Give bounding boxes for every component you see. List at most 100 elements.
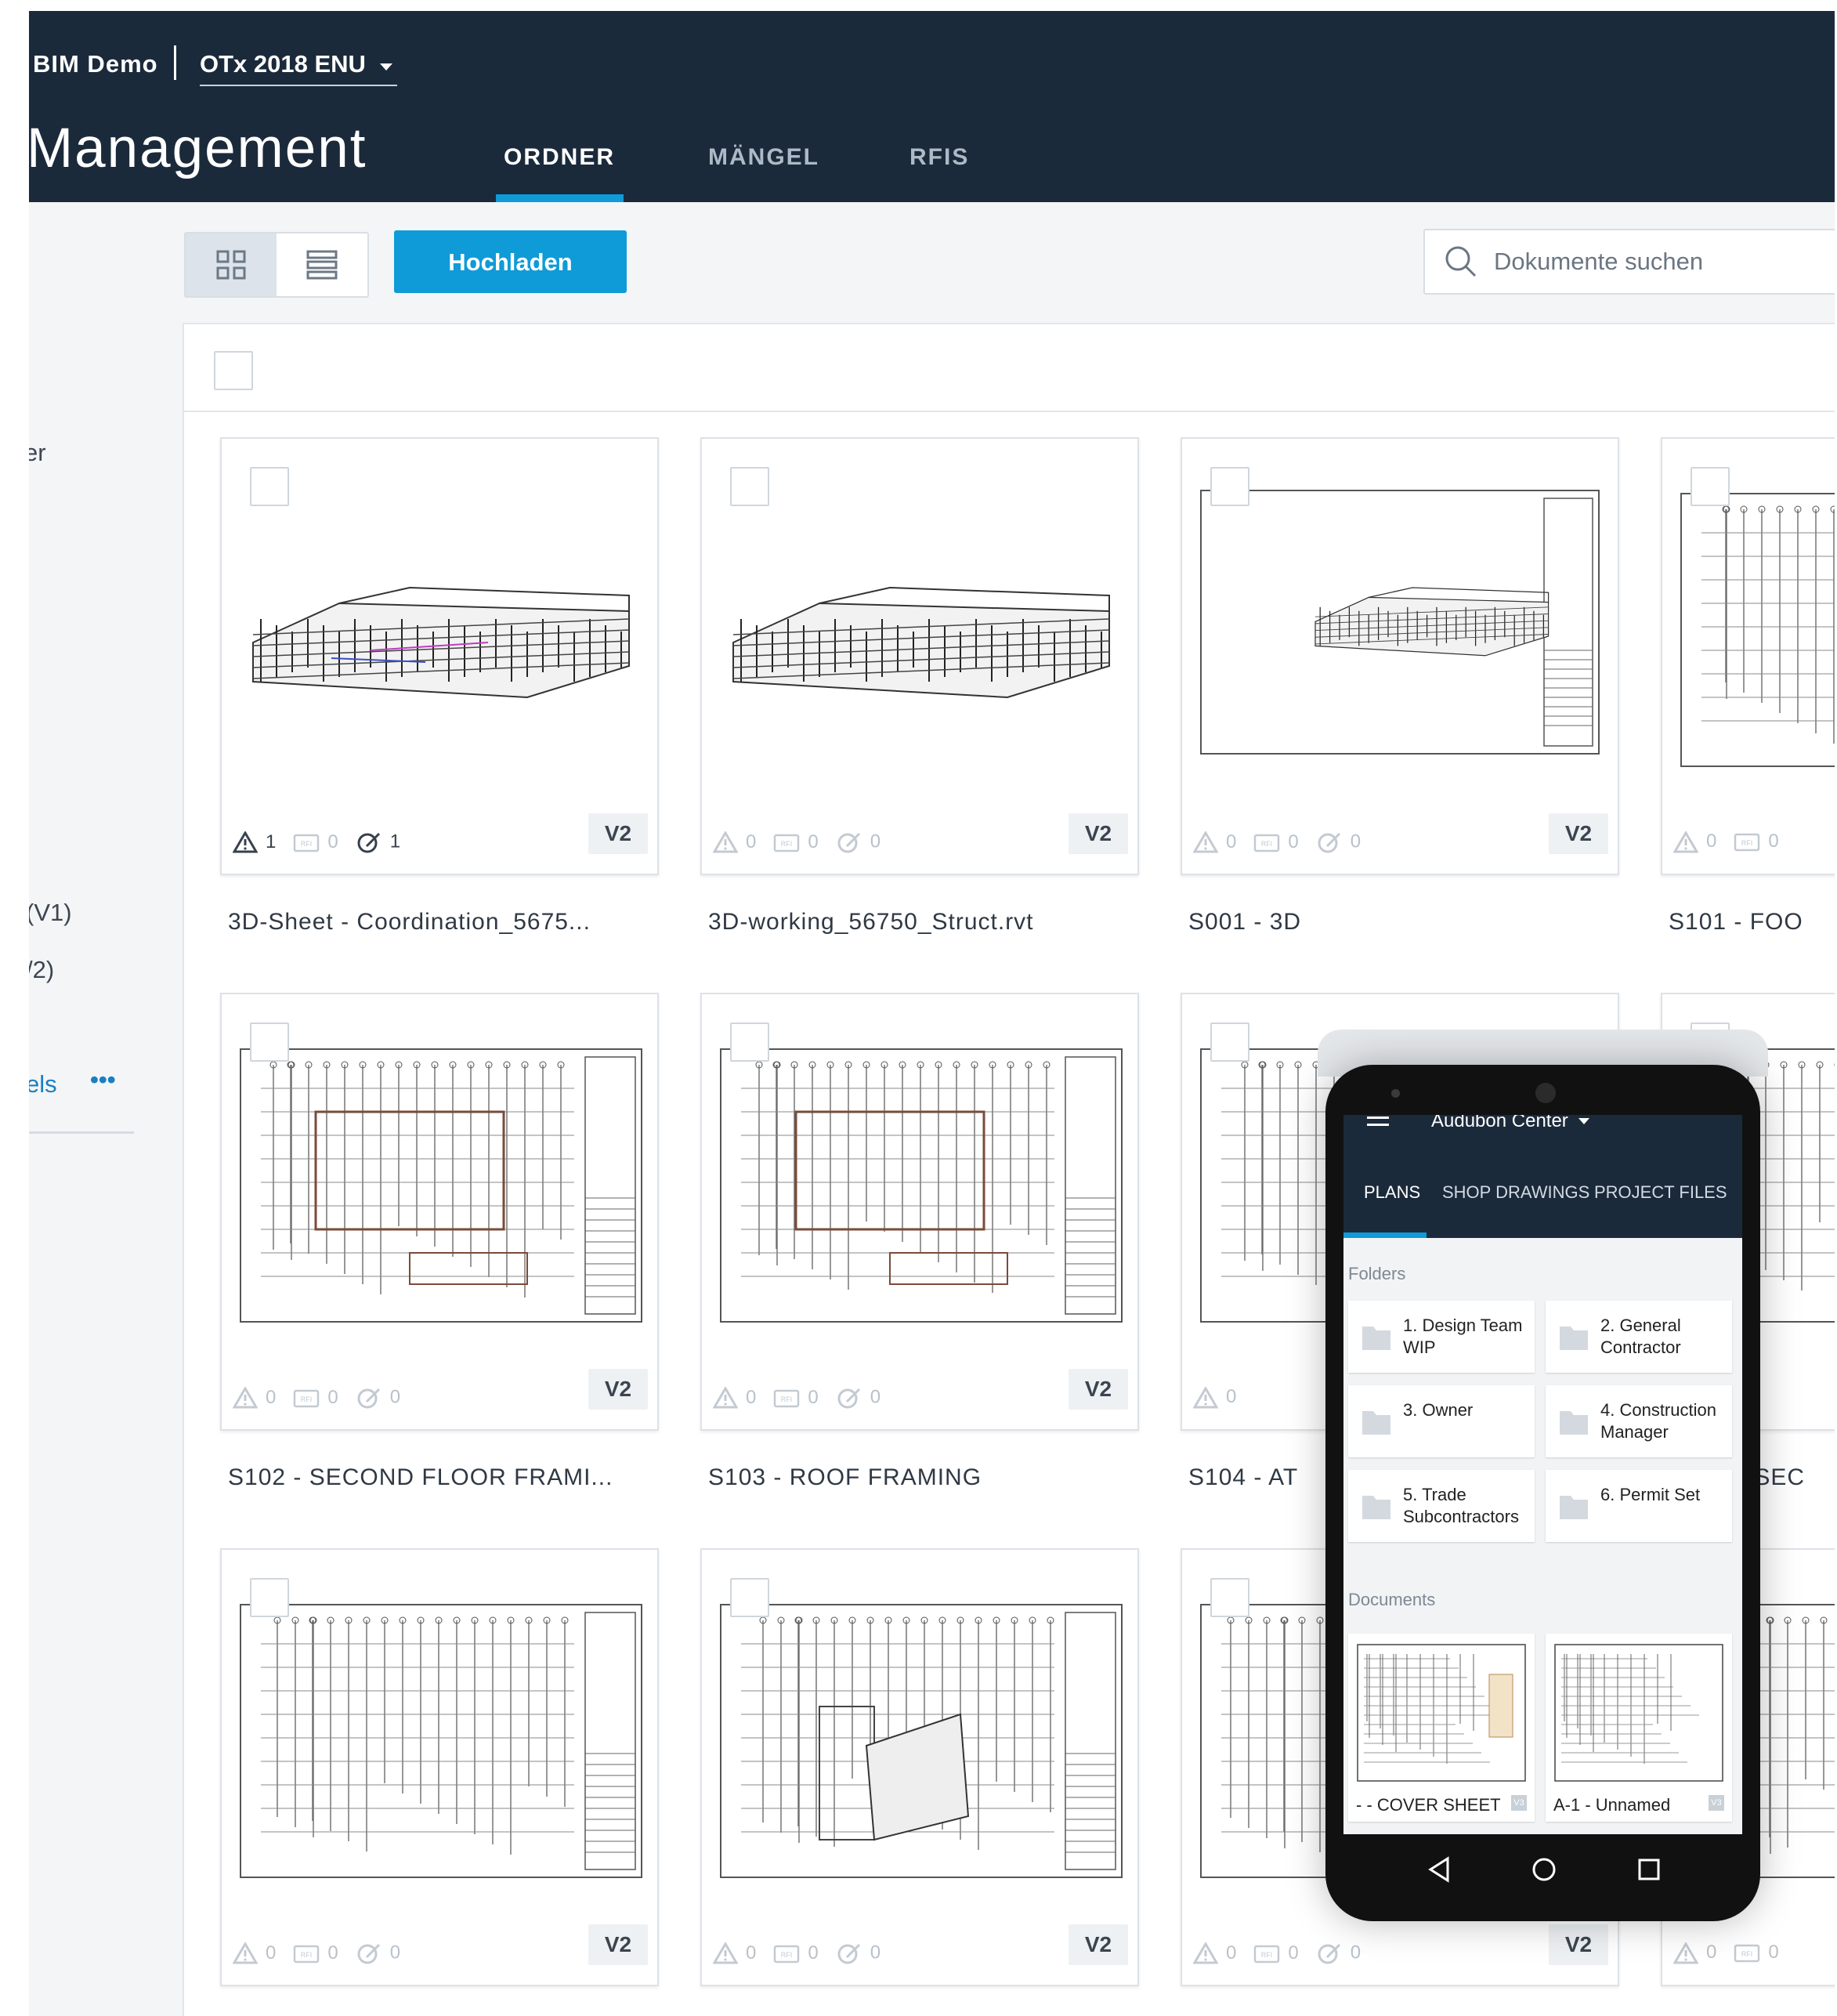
more-options-icon[interactable]: ••• bbox=[90, 1066, 116, 1094]
card-checkbox[interactable] bbox=[250, 1578, 289, 1617]
chevron-down-icon[interactable] bbox=[1578, 1118, 1589, 1124]
document-item[interactable]: A-1 - Unnamed V3 bbox=[1546, 1634, 1732, 1822]
document-thumbnail bbox=[240, 1604, 642, 1878]
home-icon[interactable] bbox=[1531, 1856, 1557, 1883]
document-title[interactable]: S001 - 3D bbox=[1188, 909, 1301, 936]
markup-count[interactable]: 0 bbox=[836, 1942, 881, 1965]
card-checkbox[interactable] bbox=[1210, 1578, 1249, 1617]
project-selector[interactable]: OTx 2018 ENU bbox=[200, 50, 397, 86]
rfi-count[interactable]: RFI 0 bbox=[1734, 831, 1779, 852]
mobile-project-name[interactable]: Audubon Center bbox=[1431, 1115, 1568, 1132]
card-checkbox[interactable] bbox=[1691, 467, 1730, 506]
sidebar-link-models[interactable]: els bbox=[29, 1070, 57, 1098]
markup-count[interactable]: 1 bbox=[356, 831, 400, 854]
issue-count[interactable]: 0 bbox=[1192, 831, 1236, 854]
card-checkbox[interactable] bbox=[730, 1022, 769, 1062]
card-checkbox[interactable] bbox=[730, 1578, 769, 1617]
document-card[interactable]: 0 RFI 0 0 V2 bbox=[700, 437, 1139, 875]
list-view-button[interactable] bbox=[277, 233, 367, 296]
issue-count[interactable]: 0 bbox=[1192, 1385, 1236, 1409]
issue-warning-icon bbox=[712, 1386, 739, 1409]
rfi-count[interactable]: RFI 0 bbox=[773, 1387, 819, 1409]
markup-count[interactable]: 0 bbox=[836, 831, 881, 854]
version-badge[interactable]: V2 bbox=[588, 1924, 648, 1965]
mobile-tab-plans[interactable]: PLANS bbox=[1364, 1182, 1420, 1203]
sidebar-item-v1[interactable]: (V1) bbox=[29, 899, 72, 927]
document-title[interactable]: 3D-working_56750_Struct.rvt bbox=[708, 909, 1034, 936]
version-badge[interactable]: V2 bbox=[588, 1369, 648, 1410]
account-name[interactable]: BIM Demo bbox=[33, 50, 158, 78]
sidebar-item-v2[interactable]: /2) bbox=[29, 956, 54, 984]
rfi-count[interactable]: RFI 0 bbox=[773, 1942, 819, 1964]
folder-item[interactable]: 6. Permit Set bbox=[1546, 1470, 1732, 1542]
tab-rfis[interactable]: RFIS bbox=[909, 144, 969, 171]
tab-maengel[interactable]: MÄNGEL bbox=[708, 144, 819, 171]
issue-count[interactable]: 0 bbox=[1192, 1942, 1236, 1965]
card-checkbox[interactable] bbox=[730, 467, 769, 506]
version-badge[interactable]: V2 bbox=[1069, 1924, 1128, 1965]
card-checkbox[interactable] bbox=[250, 467, 289, 506]
markup-count[interactable]: 0 bbox=[1316, 831, 1361, 854]
folder-item[interactable]: 4. Construction Manager bbox=[1546, 1385, 1732, 1457]
document-title[interactable]: 3D-Sheet - Coordination_5675... bbox=[228, 909, 591, 936]
back-icon[interactable] bbox=[1427, 1856, 1451, 1883]
version-badge[interactable]: V2 bbox=[1549, 1924, 1608, 1965]
document-title[interactable]: S101 - FOO bbox=[1669, 909, 1803, 936]
issue-count[interactable]: 0 bbox=[712, 1386, 756, 1410]
version-badge[interactable]: V2 bbox=[588, 813, 648, 854]
folder-item[interactable]: 3. Owner bbox=[1348, 1385, 1535, 1457]
card-checkbox[interactable] bbox=[1210, 1022, 1249, 1062]
issue-count[interactable]: 0 bbox=[1672, 1941, 1716, 1964]
folder-item[interactable]: 2. General Contractor bbox=[1546, 1301, 1732, 1373]
rfi-count[interactable]: RFI 0 bbox=[293, 1387, 338, 1409]
folder-item[interactable]: 5. Trade Subcontractors bbox=[1348, 1470, 1535, 1542]
markup-count[interactable]: 0 bbox=[836, 1386, 881, 1410]
document-card[interactable]: 0 RFI 0 0 V2 bbox=[220, 1548, 659, 1986]
document-card[interactable]: 0 RFI 0 bbox=[1661, 437, 1835, 875]
document-card[interactable]: 0 RFI 0 0 V2 bbox=[700, 993, 1139, 1431]
issue-count[interactable]: 0 bbox=[1672, 830, 1716, 853]
rfi-count[interactable]: RFI 0 bbox=[293, 831, 338, 853]
select-all-checkbox[interactable] bbox=[214, 351, 253, 390]
version-badge[interactable]: V2 bbox=[1069, 1369, 1128, 1410]
version-badge[interactable]: V2 bbox=[1069, 813, 1128, 854]
rfi-count-value: 0 bbox=[1288, 1942, 1299, 1964]
grid-view-button[interactable] bbox=[186, 233, 277, 296]
document-thumbnail bbox=[252, 586, 630, 699]
markup-count[interactable]: 0 bbox=[356, 1386, 400, 1410]
document-title[interactable]: S102 - SECOND FLOOR FRAMI... bbox=[228, 1464, 613, 1491]
hamburger-icon[interactable] bbox=[1367, 1117, 1389, 1131]
folder-item[interactable]: 1. Design Team WIP bbox=[1348, 1301, 1535, 1373]
issue-count[interactable]: 0 bbox=[712, 1942, 756, 1965]
rfi-count[interactable]: RFI 0 bbox=[1253, 831, 1299, 853]
document-card[interactable]: 0 RFI 0 0 V2 bbox=[700, 1548, 1139, 1986]
document-card[interactable]: 1 RFI 0 1 V2 bbox=[220, 437, 659, 875]
markup-count[interactable]: 0 bbox=[356, 1942, 400, 1965]
version-badge[interactable]: V2 bbox=[1549, 813, 1608, 854]
document-card[interactable]: 0 RFI 0 0 V2 bbox=[1181, 437, 1619, 875]
mobile-tab-project-files[interactable]: PROJECT FILES bbox=[1594, 1182, 1727, 1203]
rfi-count[interactable]: RFI 0 bbox=[1734, 1942, 1779, 1964]
upload-button[interactable]: Hochladen bbox=[394, 230, 627, 293]
rfi-count[interactable]: RFI 0 bbox=[1253, 1942, 1299, 1964]
card-checkbox[interactable] bbox=[1210, 467, 1249, 506]
issue-count[interactable]: 0 bbox=[232, 1386, 276, 1410]
issue-warning-icon bbox=[232, 1942, 259, 1964]
rfi-count[interactable]: RFI 0 bbox=[773, 831, 819, 853]
issue-count[interactable]: 1 bbox=[232, 831, 276, 854]
tab-ordner[interactable]: ORDNER bbox=[504, 144, 615, 171]
sidebar-item-partial[interactable]: er bbox=[29, 439, 46, 467]
document-title[interactable]: S104 - AT bbox=[1188, 1464, 1298, 1491]
markup-count[interactable]: 0 bbox=[1316, 1942, 1361, 1965]
document-title[interactable]: S103 - ROOF FRAMING bbox=[708, 1464, 982, 1491]
mobile-tab-shop-drawings[interactable]: SHOP DRAWINGS bbox=[1442, 1182, 1589, 1203]
document-card[interactable]: 0 RFI 0 0 V2 bbox=[220, 993, 659, 1431]
document-item[interactable]: - - COVER SHEET V3 bbox=[1348, 1634, 1535, 1822]
rfi-count[interactable]: RFI 0 bbox=[293, 1942, 338, 1964]
search-input[interactable] bbox=[1492, 230, 1835, 293]
recent-apps-icon[interactable] bbox=[1637, 1858, 1661, 1881]
issue-count[interactable]: 0 bbox=[712, 831, 756, 854]
markup-count-value: 1 bbox=[389, 831, 401, 852]
card-checkbox[interactable] bbox=[250, 1022, 289, 1062]
issue-count[interactable]: 0 bbox=[232, 1942, 276, 1965]
